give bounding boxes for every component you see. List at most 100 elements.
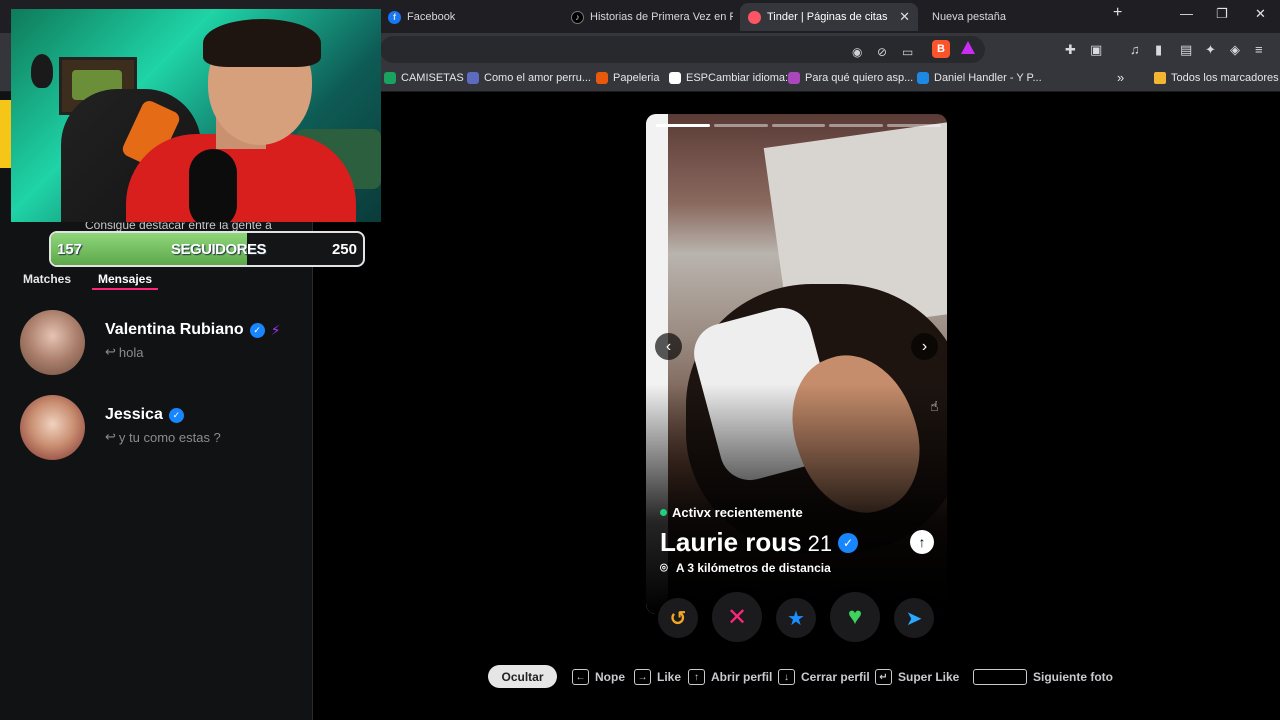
profile-name: Laurie rous (660, 527, 802, 557)
nope-button[interactable]: ✕ (712, 592, 762, 642)
shortcut-close-profile: ↓ Cerrar perfil (778, 669, 870, 685)
active-status-text: Activx recientemente (672, 505, 803, 520)
up-arrow-key-icon: ↑ (688, 669, 705, 685)
tab-new[interactable]: Nueva pestaña (924, 3, 1094, 31)
open-profile-button[interactable]: ↑ (910, 530, 934, 554)
online-dot-icon (660, 509, 667, 516)
bookmark-favicon-icon (596, 72, 608, 84)
super-like-button[interactable]: ★ (776, 598, 816, 638)
star-icon: ★ (787, 607, 805, 630)
distance-text: A 3 kilómetros de distancia (675, 561, 831, 575)
sidebar-icon[interactable]: ▮ (1155, 42, 1162, 58)
bookmark-daniel-handler[interactable]: Daniel Handler - Y P... (917, 72, 1042, 84)
next-photo-button[interactable]: › (911, 333, 938, 360)
bookmarks-overflow-icon[interactable]: » (1117, 70, 1124, 85)
heart-icon: ♥ (847, 603, 863, 630)
all-bookmarks-folder[interactable]: Todos los marcadores (1154, 72, 1279, 84)
tab-matches[interactable]: Matches (23, 272, 71, 286)
conversation-item[interactable]: Jessica ✓ ↩ y tu como estas ? (20, 395, 300, 465)
rewind-icon: ↺ (669, 607, 687, 630)
last-message: ↩ hola (105, 344, 143, 360)
conversation-item[interactable]: Valentina Rubiano ✓ ⚡ ↩ hola (20, 310, 300, 380)
address-bar[interactable]: ◉ ⊘ ▭ (380, 36, 985, 63)
bookmark-favicon-icon (917, 72, 929, 84)
tab-label: Historias de Primera Vez en Red (590, 11, 733, 23)
shortcut-super-like: ↵ Super Like (875, 669, 959, 685)
bookmark-label: Para qué quiero asp... (805, 72, 914, 84)
bookmark-favicon-icon (669, 72, 681, 84)
active-status: Activx recientemente (660, 505, 803, 520)
like-button[interactable]: ♥ (830, 592, 880, 642)
bookmark-label: ESPCambiar idioma: (686, 72, 789, 84)
tab-tinder[interactable]: Tinder | Páginas de citas ✕ (740, 3, 918, 31)
right-arrow-key-icon: → (634, 669, 651, 685)
contact-name: Jessica (105, 406, 163, 423)
bookmark-papeleria[interactable]: Papeleria (596, 72, 659, 84)
avatar (20, 310, 85, 375)
profile-card[interactable]: ‹ › Activx recientemente Laurie rous 21 … (646, 114, 947, 614)
tab-label: Tinder | Páginas de citas (767, 11, 888, 23)
bookmark-para-que[interactable]: Para qué quiero asp... (788, 72, 913, 84)
verified-badge-icon: ✓ (168, 407, 184, 423)
tab-tiktok[interactable]: ♪ Historias de Primera Vez en Red (563, 3, 733, 31)
shortcut-label: Cerrar perfil (801, 670, 870, 684)
tinder-flame-icon (748, 10, 761, 24)
last-message: ↩ y tu como estas ? (105, 429, 221, 445)
location-icon[interactable]: ◉ (852, 45, 862, 59)
tab-mensajes[interactable]: Mensajes (98, 272, 152, 286)
conversation-name-row: Valentina Rubiano ✓ ⚡ (105, 321, 281, 339)
shortcut-open-profile: ↑ Abrir perfil (688, 669, 772, 685)
minimize-icon[interactable]: — (1180, 6, 1193, 21)
new-tab-button[interactable]: + (1113, 4, 1122, 22)
close-window-icon[interactable]: ✕ (1255, 6, 1266, 22)
keyboard-shortcuts: Ocultar ← Nope → Like ↑ Abrir perfil ↓ C… (488, 664, 1128, 688)
location-pin-icon: ⌾ (660, 560, 668, 575)
shortcut-label: Super Like (898, 670, 960, 684)
tab-facebook[interactable]: f Facebook (380, 3, 555, 31)
nope-x-icon: ✕ (726, 603, 748, 631)
conversation-name-row: Jessica ✓ (105, 406, 184, 424)
webcam-scene (31, 54, 53, 88)
menu-icon[interactable]: ≡ (1255, 42, 1263, 57)
bookmark-camisetas[interactable]: CAMISETAS (384, 72, 464, 84)
hide-shortcuts-button[interactable]: Ocultar (488, 665, 557, 688)
leo-ai-icon[interactable]: ✦ (1205, 42, 1216, 58)
wallet-icon[interactable]: ▤ (1180, 42, 1192, 58)
cast-off-icon[interactable]: ⊘ (877, 45, 887, 59)
send-icon: ➤ (905, 607, 923, 630)
verified-badge-icon: ✓ (249, 322, 265, 338)
previous-photo-button[interactable]: ‹ (655, 333, 682, 360)
extensions-icon[interactable]: ✚ (1065, 42, 1076, 58)
bookmark-label: Como el amor perru... (484, 72, 591, 84)
screenshot-icon[interactable]: ▣ (1090, 42, 1102, 58)
boost-button[interactable]: ➤ (894, 598, 934, 638)
bookmark-label: Papeleria (613, 72, 660, 84)
left-arrow-key-icon: ← (572, 669, 589, 685)
rewind-button[interactable]: ↺ (658, 598, 698, 638)
followers-label: SEGUIDORES (171, 241, 267, 258)
facebook-icon: f (388, 10, 401, 24)
reply-arrow-icon: ↩ (105, 429, 116, 444)
enter-key-icon: ↵ (875, 669, 892, 685)
profile-distance: ⌾ A 3 kilómetros de distancia (660, 560, 831, 576)
shortcut-label: Nope (595, 670, 625, 684)
brave-rewards-icon[interactable] (961, 41, 975, 54)
media-icon[interactable]: ♫ (1130, 42, 1140, 57)
selected-tab-indicator (92, 288, 158, 290)
bookmark-esp[interactable]: ESPCambiar idioma: (669, 72, 788, 84)
brave-shields-icon[interactable]: B (932, 40, 950, 58)
bookmark-amor-perruno[interactable]: Como el amor perru... (467, 72, 591, 84)
photo-progress-segment (713, 124, 768, 127)
shortcut-next-photo: Siguiente foto (973, 669, 1113, 685)
photo-progress-bar (656, 124, 941, 127)
shortcut-label: Like (657, 670, 682, 684)
install-app-icon[interactable]: ▭ (902, 45, 913, 59)
photo-progress-segment (829, 124, 884, 127)
restore-icon[interactable]: ❐ (1216, 6, 1228, 22)
tiktok-icon: ♪ (571, 10, 584, 24)
bookmark-label: Todos los marcadores (1171, 72, 1279, 84)
bookmark-favicon-icon (467, 72, 479, 84)
verified-badge-icon: ✓ (838, 532, 859, 553)
vpn-icon[interactable]: ◈ (1230, 42, 1240, 58)
close-tab-icon[interactable]: ✕ (899, 9, 910, 25)
